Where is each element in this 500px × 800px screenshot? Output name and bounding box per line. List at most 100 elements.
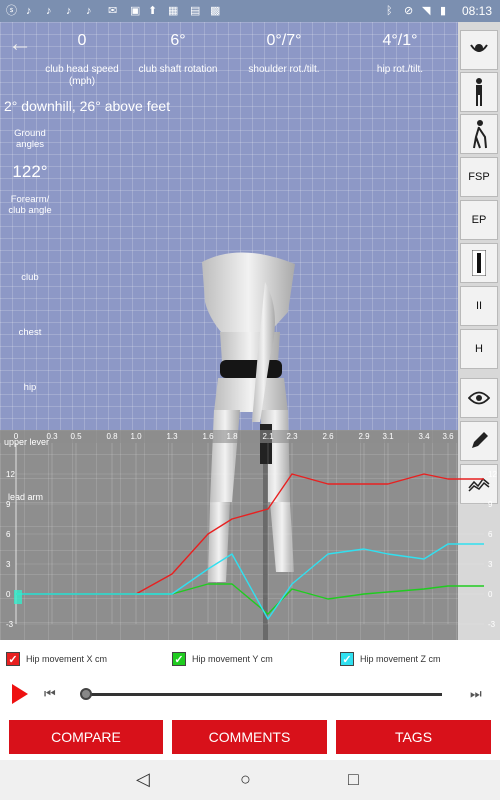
back-arrow-icon[interactable]: ← (8, 30, 32, 58)
recents-icon[interactable]: □ (348, 769, 359, 790)
golfer-front-view-button[interactable] (460, 72, 498, 112)
legend-item-y[interactable]: ✓ Hip movement Y cm (172, 652, 273, 666)
h-button[interactable]: H (460, 329, 498, 369)
upload-icon: ⬆ (148, 5, 158, 17)
chart-x-tick-label: 2.1 (262, 432, 274, 441)
ground-angles-label: Ground angles (14, 128, 46, 150)
chart-x-tick-label: 1.0 (130, 432, 142, 441)
timeline-track[interactable] (86, 693, 442, 696)
chart-y-tick-label-left: 9 (6, 500, 11, 509)
tags-button[interactable]: TAGS (336, 720, 491, 754)
image-icon: ▦ (168, 5, 179, 17)
club-head-speed-value: 0 (77, 32, 87, 49)
lead-arm-label: lead arm (8, 492, 43, 502)
chart-y-tick-label-left: -3 (6, 620, 14, 629)
golfer-front-view-icon (476, 78, 482, 106)
chart-grid (15, 443, 484, 625)
action-buttons: COMPARE COMMENTS TAGS (0, 710, 500, 760)
hip-rotation-value: 4°/1° (382, 32, 418, 49)
shoulder-rotation-label: shoulder rot./tilt. (248, 64, 320, 75)
skype-icon: ⓢ (6, 5, 17, 17)
android-nav-bar: ◁ ○ □ (0, 760, 500, 800)
chart-y-tick-label-left: 6 (6, 530, 11, 539)
chart-x-ticks: 0 0.3 0.5 0.8 1.0 1.3 1.6 1.8 2.1 2.3 2.6 2.9 3.1 3.4… (14, 432, 454, 441)
playback-bar: ⏮ ⏭ (0, 680, 500, 710)
golfer-top-view-button[interactable] (460, 30, 498, 70)
chart-series-line-y (16, 583, 484, 615)
chart-x-tick-label: 1.3 (166, 432, 178, 441)
chart-x-tick-label: 2.6 (322, 432, 334, 441)
legend-item-z[interactable]: ✓ Hip movement Z cm (340, 652, 441, 666)
chart-y-tick-label-right: 12 (488, 470, 497, 479)
mail-icon: ✉ (108, 5, 118, 17)
skip-end-icon[interactable]: ⏭ (470, 686, 482, 702)
no-sim-icon: ⊘ (404, 5, 414, 17)
forearm-club-angle-value: 122° (12, 162, 48, 181)
checkbox-checked-icon[interactable]: ✓ (6, 652, 20, 666)
chest-label[interactable]: chest (4, 327, 56, 338)
golfer-top-view-icon (470, 44, 488, 52)
chart-y-tick-label-right: 3 (488, 560, 493, 569)
chart-x-tick-label: 1.8 (226, 432, 238, 441)
chart-x-tick-label: 0.8 (106, 432, 118, 441)
chart-y-tick-label-right: -3 (488, 620, 496, 629)
skip-start-icon[interactable]: ⏮ (44, 686, 56, 702)
hip-movement-chart[interactable]: upper lever lead arm 0 0.3 0.5 0.8 1.0 1.3 1.6… (0, 430, 500, 640)
chart-y-tick-label-left: 12 (6, 470, 15, 479)
chart-y-tick-label-right: 0 (488, 590, 493, 599)
ii-button[interactable]: II (460, 286, 498, 326)
checkbox-checked-icon[interactable]: ✓ (340, 652, 354, 666)
eye-icon (468, 391, 490, 405)
compare-button[interactable]: COMPARE (9, 720, 163, 754)
chart-x-tick-label: 0.5 (70, 432, 82, 441)
music-note-icon: ♪ (86, 5, 92, 17)
chart-x-tick-label: 3.4 (418, 432, 430, 441)
forearm-club-angle-label: Forearm/ club angle (8, 194, 52, 216)
figure-button[interactable] (460, 243, 498, 283)
chart-series-line-z (16, 543, 484, 620)
chart-series (16, 473, 484, 620)
chart-x-tick-label: 2.3 (286, 432, 298, 441)
play-icon[interactable] (12, 684, 28, 704)
chart-y-tick-label-left: 0 (6, 590, 11, 599)
fsp-button[interactable]: FSP (460, 157, 498, 197)
home-icon[interactable]: ○ (240, 769, 251, 790)
back-icon[interactable]: ◁ (136, 769, 150, 790)
chart-start-marker[interactable] (14, 590, 22, 604)
chart-y-tick-label-left: 3 (6, 560, 11, 569)
timeline-scrubber[interactable] (80, 688, 92, 700)
upper-lever-label: upper lever (4, 437, 49, 447)
chart-x-tick-label: 3.1 (382, 432, 394, 441)
ground-angle-summary: 2° downhill, 26° above feet (4, 98, 171, 114)
chart-y-tick-label-right: 9 (488, 500, 493, 509)
golfer-side-view-button[interactable] (460, 114, 498, 154)
ep-button[interactable]: EP (460, 200, 498, 240)
chart-x-tick-label: 2.9 (358, 432, 370, 441)
music-note-icon: ♪ (26, 5, 32, 17)
hip-label[interactable]: hip (4, 382, 56, 393)
chart-y-tick-label-right: 6 (488, 530, 493, 539)
battery-icon: ▮ (440, 5, 447, 17)
legend-label-y: Hip movement Y cm (192, 654, 273, 664)
figure-icon (472, 250, 486, 276)
legend-label-z: Hip movement Z cm (360, 654, 441, 664)
bluetooth-icon: ᛒ (386, 5, 393, 17)
legend-item-x[interactable]: ✓ Hip movement X cm (6, 652, 107, 666)
hip-rotation-label: hip rot./tilt. (376, 64, 424, 75)
chart-x-tick-label: 0.3 (46, 432, 58, 441)
club-shaft-rotation-value: 6° (170, 32, 186, 49)
chart-x-tick-label: 3.6 (442, 432, 454, 441)
legend-label-x: Hip movement X cm (26, 654, 108, 664)
club-shaft-rotation-label: club shaft rotation (138, 64, 218, 75)
image-icon: ▣ (130, 5, 141, 17)
chart-x-tick-label: 0 (14, 432, 19, 441)
comments-button[interactable]: COMMENTS (172, 720, 327, 754)
chart-legend: ✓ Hip movement X cm ✓ Hip movement Y cm … (0, 640, 500, 680)
status-time: 08:13 (461, 4, 492, 18)
status-bar: ⓢ ♪ ♪ ♪ ♪ ✉ ▣ ⬆ ▦ ▤ ▩ ᛒ ⊘ ◥ ▮ 08:13 (0, 0, 500, 22)
club-label[interactable]: club (4, 272, 56, 283)
golfer-side-view-icon (473, 120, 487, 149)
music-note-icon: ♪ (46, 5, 52, 17)
visibility-button[interactable] (460, 378, 498, 418)
checkbox-checked-icon[interactable]: ✓ (172, 652, 186, 666)
